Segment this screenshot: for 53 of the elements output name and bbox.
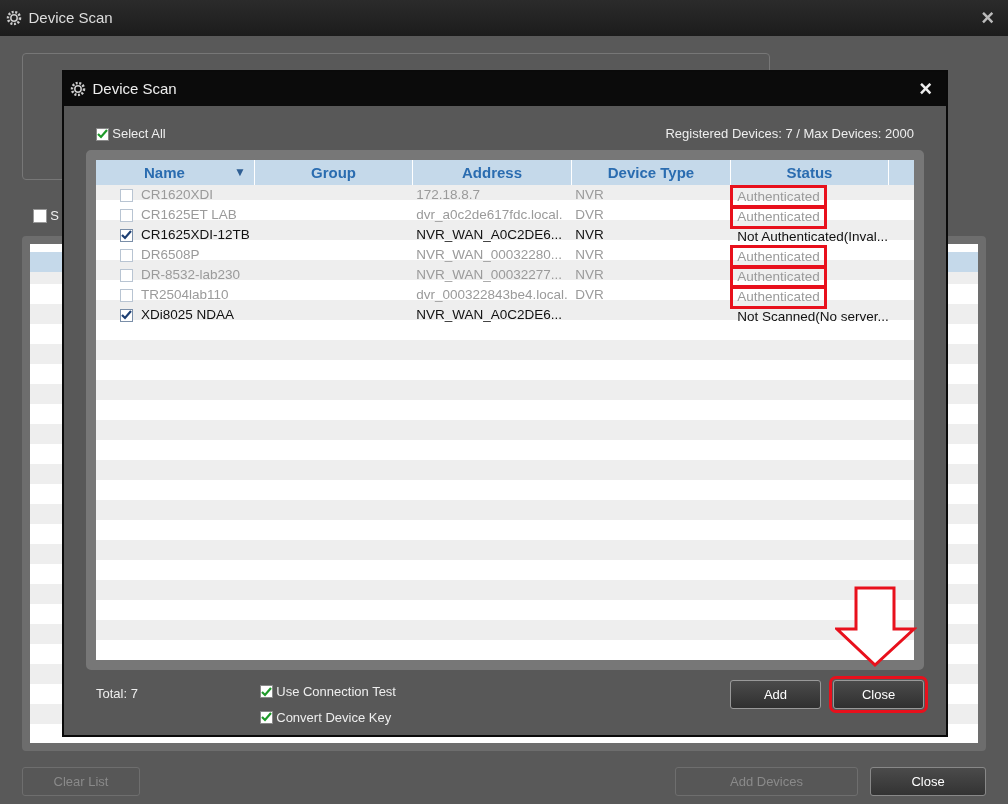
checkbox-label: Use Connection Test [276,683,396,701]
checkbox[interactable] [260,710,273,724]
dialog-title: Device Scan [92,78,177,99]
column-header[interactable]: Device Type [572,160,731,185]
checkbox[interactable] [96,127,109,141]
checkbox-label: S [50,207,59,226]
total-count: Total: 7 [96,685,139,703]
button[interactable]: Add [730,680,821,709]
checkbox-label: Convert Device Key [276,708,392,727]
table-cell-text: Not Scanned(No server... [736,308,890,326]
table-cell-text: DR-8532-lab230 [141,266,241,284]
table-cell-text: Not Authenticated(Inval... [736,228,890,246]
sort-icon: ▼ [234,160,254,185]
column-header[interactable]: Group [255,160,413,185]
table-cell: Authenticated [730,265,827,289]
checkbox[interactable] [120,308,133,322]
table-cell-text: DR6508P [141,246,200,264]
table-cell: Authenticated [730,185,827,209]
table-cell: Authenticated [730,285,827,309]
table-cell-text: CR1620XDI [141,186,214,204]
table-cell: NVR_WAN_A0C2DE6... [416,227,563,242]
column-header[interactable]: Address [413,160,572,185]
close-button[interactable]: × [973,7,1002,29]
table-cell: 172.18.8.7 [416,187,481,202]
column-header-label: Name [144,163,185,183]
table-cell: DVR [575,207,604,222]
table-cell: DVR [575,287,604,302]
window-title: Device Scan [28,7,113,28]
checkbox[interactable] [33,209,47,223]
gear-icon [6,10,22,26]
table-cell-text: CR1625XDI-12TB [141,226,250,244]
close-button[interactable]: × [911,78,940,100]
table-cell: NVR [575,187,604,202]
checkbox[interactable] [260,685,273,699]
table-cell: NVR [575,267,604,282]
table-cell: Authenticated [730,245,827,269]
table-cell-text: XDi8025 NDAA [141,306,235,324]
table-cell: Authenticated [730,205,827,229]
button[interactable]: Close [870,767,986,796]
table-cell-text: TR2504lab110 [141,286,229,304]
table-cell: NVR [575,247,604,262]
table-cell: dvr_000322843be4.local. [416,287,568,302]
table-cell: NVR [575,227,604,242]
table-cell: dvr_a0c2de617fdc.local. [416,207,563,222]
column-header[interactable]: Status [731,160,889,185]
device-count-text: Registered Devices: 7 / Max Devices: 2000 [665,125,914,144]
gear-icon [70,81,86,97]
table-cell-text: CR1625ET LAB [141,206,237,224]
checkbox[interactable] [120,228,133,242]
checkbox-label: Select All [112,125,166,144]
table-cell: NVR_WAN_A0C2DE6... [416,307,563,322]
table-cell: NVR_WAN_00032277... [416,267,563,282]
table-cell: NVR_WAN_00032280... [416,247,563,262]
